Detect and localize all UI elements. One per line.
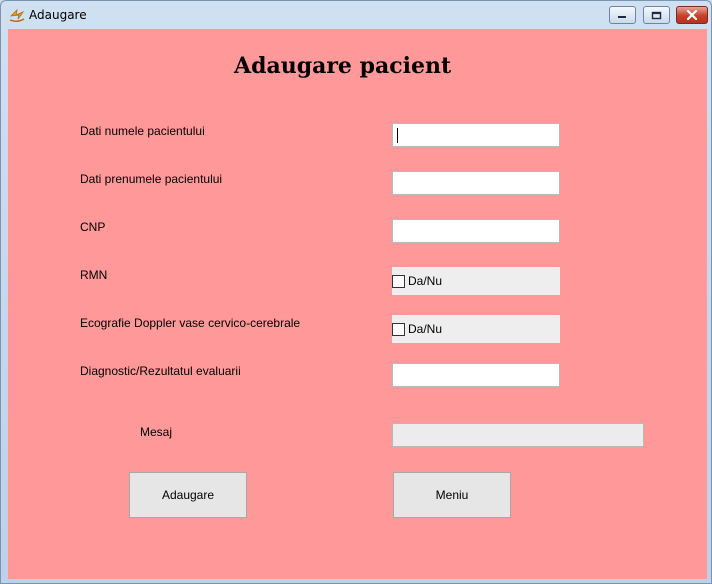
menu-button[interactable]: Meniu — [393, 472, 511, 518]
rmn-checkbox-label: Da/Nu — [408, 274, 443, 288]
last-name-input[interactable] — [392, 123, 560, 147]
maximize-icon — [651, 11, 662, 19]
cnp-input[interactable] — [392, 219, 560, 243]
doppler-checkbox[interactable]: Da/Nu — [392, 315, 560, 343]
form-panel: Adaugare pacient Dati numele pacientului… — [8, 29, 707, 579]
doppler-checkbox-label: Da/Nu — [408, 322, 443, 336]
minimize-button[interactable] — [609, 6, 636, 24]
java-coffee-icon — [9, 8, 25, 22]
title-bar[interactable]: Adaugare — [1, 1, 711, 29]
doppler-checkbox-box[interactable] — [392, 322, 405, 336]
rmn-checkbox[interactable]: Da/Nu — [392, 267, 560, 295]
window-title: Adaugare — [29, 8, 87, 22]
diagnostic-label: Diagnostic/Rezultatul evaluarii — [80, 364, 241, 378]
page-title: Adaugare pacient — [234, 53, 452, 79]
first-name-input[interactable] — [392, 171, 560, 195]
rmn-label: RMN — [80, 268, 108, 282]
text-caret — [397, 128, 398, 143]
message-label: Mesaj — [140, 425, 173, 439]
first-name-label: Dati prenumele pacientului — [80, 172, 223, 186]
close-button[interactable] — [676, 6, 708, 24]
minimize-icon — [618, 16, 626, 18]
message-field — [392, 423, 644, 447]
cnp-label: CNP — [80, 220, 106, 234]
app-window: Adaugare Adaugare pacient Dati numele pa… — [0, 0, 712, 584]
rmn-checkbox-box[interactable] — [392, 274, 405, 288]
diagnostic-input[interactable] — [392, 363, 560, 387]
add-button[interactable]: Adaugare — [129, 472, 247, 518]
close-icon — [686, 10, 698, 20]
doppler-label: Ecografie Doppler vase cervico-cerebrale — [80, 316, 301, 330]
maximize-button[interactable] — [643, 6, 670, 24]
last-name-label: Dati numele pacientului — [80, 124, 205, 138]
